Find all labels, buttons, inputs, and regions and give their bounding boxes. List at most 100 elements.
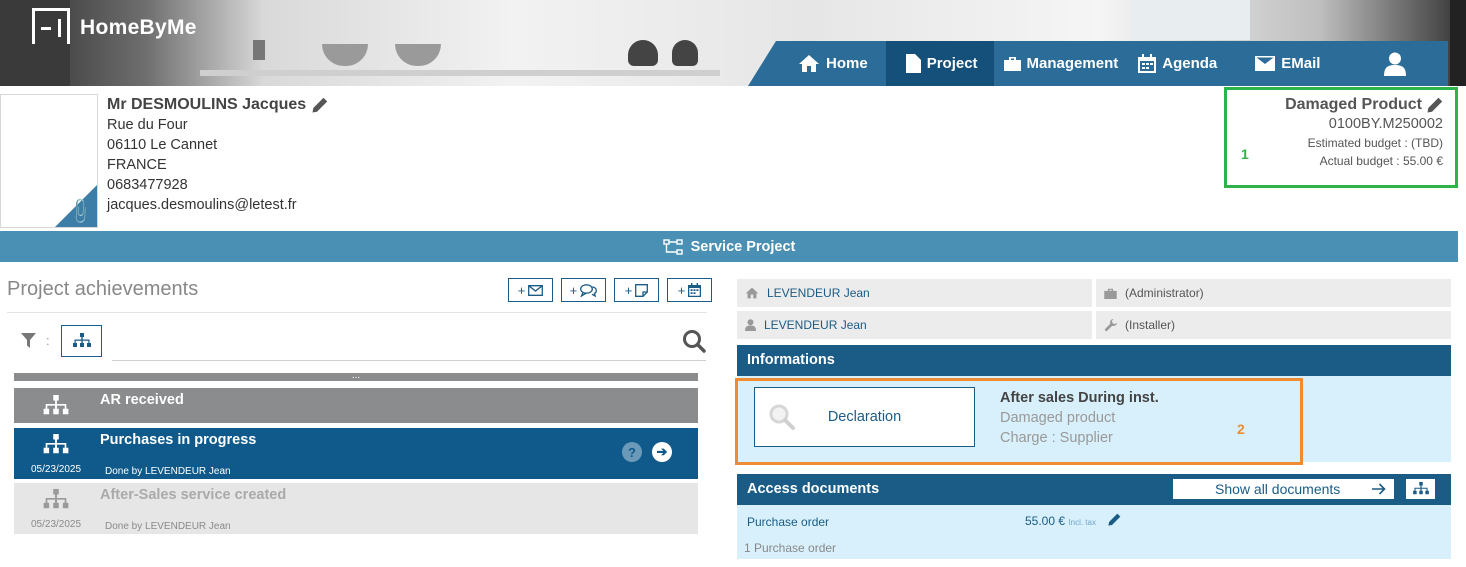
informations-header: Informations bbox=[737, 345, 1451, 376]
documents-tree-button[interactable] bbox=[1405, 478, 1436, 500]
progress-dots: ... bbox=[351, 370, 361, 381]
header-banner: HomeByMe Home Project Management Agenda … bbox=[0, 0, 1466, 86]
search-icon[interactable] bbox=[682, 329, 706, 353]
achievements-title: Project achievements bbox=[7, 278, 199, 300]
hierarchy-view-toggle[interactable] bbox=[61, 325, 102, 357]
documents-title: Access documents bbox=[747, 481, 880, 497]
add-email-button[interactable]: + bbox=[508, 278, 553, 302]
actor-name: LEVENDEUR Jean bbox=[767, 286, 870, 300]
client-photo[interactable]: 📎 bbox=[0, 94, 98, 228]
client-country: FRANCE bbox=[107, 157, 167, 173]
document-count: 1 Purchase order bbox=[744, 541, 837, 555]
client-name-row: Mr DESMOULINS Jacques bbox=[107, 95, 328, 115]
nav-management[interactable]: Management bbox=[994, 41, 1129, 86]
client-city: 06110 Le Cannet bbox=[107, 137, 218, 153]
banner-photo-window bbox=[1130, 0, 1250, 40]
sticky-note-icon bbox=[635, 283, 649, 297]
step-purchases-in-progress[interactable]: Purchases in progress 05/23/2025 Done by… bbox=[14, 428, 698, 479]
nav-home-label: Home bbox=[826, 55, 868, 72]
show-all-documents-button[interactable]: Show all documents bbox=[1172, 478, 1395, 500]
nav-agenda-label: Agenda bbox=[1162, 55, 1218, 72]
nav-project-label: Project bbox=[926, 55, 978, 72]
nav-project[interactable]: Project bbox=[885, 41, 994, 86]
step-done-by: Done by LEVENDEUR Jean bbox=[105, 466, 231, 477]
nav-email[interactable]: EMail bbox=[1245, 41, 1330, 86]
banner-photo-kettle bbox=[628, 40, 658, 66]
plus-label: + bbox=[569, 282, 578, 298]
pencil-edit-icon[interactable] bbox=[1427, 97, 1443, 113]
actor-name: LEVENDEUR Jean bbox=[764, 318, 867, 332]
help-icon[interactable]: ? bbox=[622, 442, 642, 462]
divider bbox=[7, 312, 707, 313]
step-done-by: Done by LEVENDEUR Jean bbox=[105, 521, 231, 532]
document-name[interactable]: Purchase order bbox=[747, 515, 829, 529]
pencil-edit-icon[interactable] bbox=[312, 97, 328, 113]
actor-role: (Installer) bbox=[1125, 318, 1176, 332]
pencil-edit-icon[interactable] bbox=[1108, 513, 1121, 526]
plus-label: + bbox=[517, 282, 526, 298]
actual-budget: Actual budget : 55.00 € bbox=[1319, 154, 1443, 168]
filter-icon[interactable] bbox=[21, 333, 36, 348]
achievements-actions: + + + + bbox=[508, 278, 712, 302]
user-icon bbox=[745, 319, 756, 331]
actor-installer-name[interactable]: LEVENDEUR Jean bbox=[737, 311, 1092, 339]
document-tax-note: Incl. tax bbox=[1068, 518, 1096, 527]
nav-agenda[interactable]: Agenda bbox=[1128, 41, 1227, 86]
step-after-sales-service-created[interactable]: After-Sales service created 05/23/2025 D… bbox=[14, 483, 698, 534]
step-label: AR received bbox=[100, 392, 184, 408]
steps-progress-strip[interactable]: ... bbox=[14, 370, 698, 381]
step-actions: ? ➔ bbox=[622, 442, 672, 462]
filter-separator: : bbox=[46, 333, 50, 348]
nav-user[interactable] bbox=[1374, 41, 1422, 86]
step-date: 05/23/2025 bbox=[31, 464, 82, 475]
nav-management-label: Management bbox=[1026, 55, 1119, 72]
briefcase-icon bbox=[1104, 288, 1117, 299]
plus-label: + bbox=[677, 282, 686, 298]
declaration-button[interactable]: Declaration bbox=[754, 387, 975, 447]
client-name: Mr DESMOULINS Jacques bbox=[107, 96, 307, 113]
workflow-icon bbox=[662, 238, 683, 255]
home-icon bbox=[745, 287, 759, 299]
sitemap-icon bbox=[1412, 482, 1429, 495]
banner-photo-bowl bbox=[322, 44, 368, 66]
add-comment-button[interactable]: + bbox=[561, 278, 606, 302]
arrow-right-icon bbox=[1372, 483, 1386, 495]
main-nav: Home Project Management Agenda EMail bbox=[748, 41, 1448, 86]
info-line-2: Charge : Supplier bbox=[1000, 430, 1113, 446]
client-email[interactable]: jacques.desmoulins@letest.fr bbox=[107, 195, 328, 215]
logo-text: HomeByMe bbox=[80, 16, 197, 39]
arrow-right-icon[interactable]: ➔ bbox=[652, 442, 672, 462]
document-amount: 55.00 € Incl. tax bbox=[1025, 514, 1096, 528]
add-note-button[interactable]: + bbox=[614, 278, 659, 302]
actor-administrator-role: (Administrator) bbox=[1096, 279, 1451, 307]
document-amount-value: 55.00 € bbox=[1025, 514, 1066, 528]
banner-photo-utensils bbox=[253, 40, 265, 60]
step-ar-received[interactable]: AR received bbox=[14, 388, 698, 423]
annotation-marker-1: 1 bbox=[1241, 146, 1249, 162]
annotation-marker-2: 2 bbox=[1237, 421, 1245, 437]
actor-administrator-name[interactable]: LEVENDEUR Jean bbox=[737, 279, 1092, 307]
envelope-icon bbox=[1255, 56, 1276, 71]
client-street: Rue du Four bbox=[107, 117, 188, 133]
calendar-icon bbox=[688, 283, 702, 297]
actor-installer-role: (Installer) bbox=[1096, 311, 1451, 339]
info-heading: After sales During inst. bbox=[1000, 390, 1159, 406]
home-icon bbox=[799, 55, 819, 72]
add-appointment-button[interactable]: + bbox=[667, 278, 712, 302]
user-icon bbox=[1384, 52, 1407, 76]
nav-home[interactable]: Home bbox=[788, 41, 878, 86]
magnifier-icon bbox=[769, 404, 795, 430]
briefcase-icon bbox=[1003, 57, 1021, 71]
service-project-bar[interactable]: Service Project bbox=[0, 231, 1458, 262]
dossier-reference: 0100BY.M250002 bbox=[1328, 116, 1443, 132]
sitemap-icon bbox=[43, 489, 69, 509]
step-label: Purchases in progress bbox=[100, 432, 257, 448]
banner-photo-shelf bbox=[200, 70, 720, 76]
client-info: Mr DESMOULINS Jacques Rue du Four 06110 … bbox=[107, 95, 328, 215]
calendar-icon bbox=[1138, 54, 1157, 73]
sitemap-icon bbox=[43, 395, 69, 415]
achievements-search-input[interactable] bbox=[112, 360, 706, 361]
show-all-label: Show all documents bbox=[1215, 481, 1341, 497]
app-logo[interactable]: HomeByMe bbox=[32, 8, 197, 44]
document-icon bbox=[905, 54, 921, 73]
